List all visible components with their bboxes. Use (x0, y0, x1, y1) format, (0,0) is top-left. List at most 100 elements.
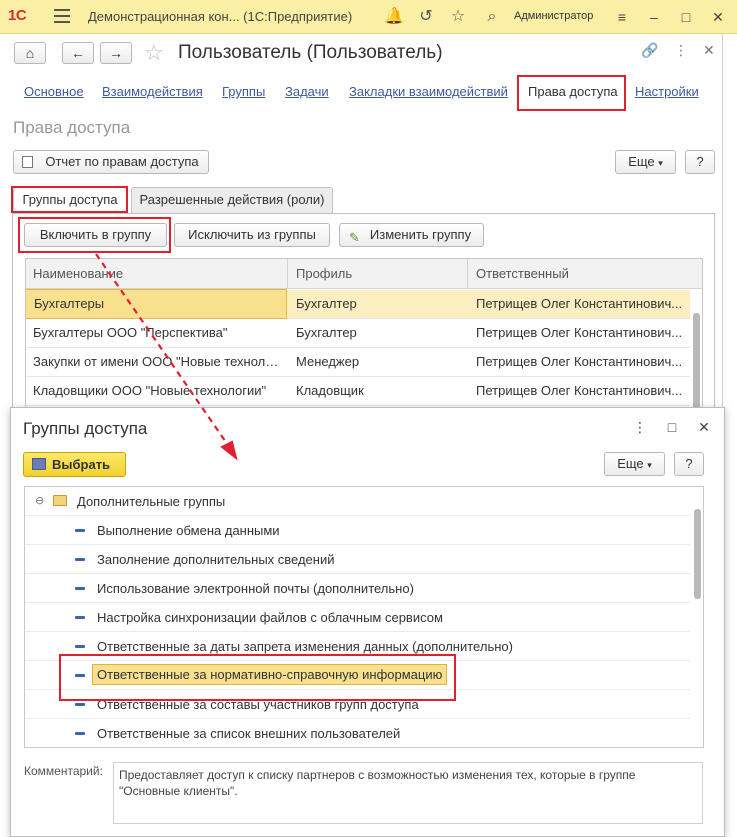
item-icon (75, 645, 85, 648)
change-group-button[interactable]: ✎ Изменить группу (339, 223, 484, 247)
cell-name: Бухгалтеры ООО "Перспектива" (33, 325, 228, 340)
table-scrollbar[interactable] (693, 313, 700, 413)
dialog-title: Группы доступа (23, 419, 148, 438)
link-main[interactable]: Основное (24, 84, 84, 99)
form-close-icon[interactable]: ✕ (703, 42, 715, 59)
tree-item-label: Выполнение обмена данными (97, 523, 280, 538)
tree-item-label: Заполнение дополнительных сведений (97, 552, 335, 567)
tree-item[interactable]: Настройка синхронизации файлов с облачны… (25, 603, 691, 632)
cell-responsible: Петрищев Олег Константинович... (476, 296, 683, 311)
tree-group-label: Дополнительные группы (77, 494, 226, 509)
table-header: Наименование Профиль Ответственный (26, 259, 702, 289)
cell-responsible: Петрищев Олег Константинович... (476, 325, 683, 340)
select-button[interactable]: Выбрать (23, 452, 126, 477)
cell-responsible: Петрищев Олег Константинович... (476, 354, 683, 369)
link-interaction-bookmarks[interactable]: Закладки взаимодействий (349, 84, 508, 99)
help-button[interactable]: ? (685, 150, 715, 174)
forward-button[interactable]: → (100, 42, 132, 64)
dialog-help-button[interactable]: ? (674, 452, 704, 476)
more-button[interactable]: Еще ▾ (615, 150, 676, 174)
report-icon (22, 156, 33, 168)
dialog-more-icon[interactable]: ⋮ (631, 419, 649, 436)
tree-scrollbar[interactable] (694, 509, 701, 599)
table-row[interactable]: Бухгалтеры ООО "Перспектива" Бухгалтер П… (26, 319, 690, 348)
report-button-label: Отчет по правам доступа (45, 154, 199, 169)
comment-field[interactable]: Предоставляет доступ к списку партнеров … (113, 762, 703, 824)
cell-profile: Бухгалтер (296, 296, 357, 311)
cell-name: Закупки от имени ООО "Новые техноло... (33, 354, 283, 369)
tree-item-label: Использование электронной почты (дополни… (97, 581, 414, 596)
exclude-from-group-button[interactable]: Исключить из группы (174, 223, 330, 247)
tree-item-label: Ответственные за даты запрета изменения … (97, 639, 513, 654)
cell-profile: Менеджер (296, 354, 360, 369)
tree-item[interactable]: Выполнение обмена данными (25, 516, 691, 545)
tree-group-row[interactable]: ⊖ Дополнительные группы (25, 487, 691, 516)
arrow-left-icon: ← (71, 45, 85, 61)
column-responsible[interactable]: Ответственный (476, 266, 569, 281)
link-settings[interactable]: Настройки (635, 84, 699, 99)
tree-item-label: Ответственные за список внешних пользова… (97, 726, 401, 741)
app-title: Демонстрационная кон... (1С:Предприятие) (88, 9, 353, 24)
select-icon (32, 458, 46, 470)
cell-name: Бухгалтеры (26, 289, 287, 319)
table-row[interactable]: Кладовщики ООО "Новые технологии" Кладов… (26, 377, 690, 406)
column-name[interactable]: Наименование (33, 266, 123, 281)
highlight-include-button (18, 217, 171, 253)
select-button-label: Выбрать (52, 457, 111, 472)
back-button[interactable]: ← (62, 42, 94, 64)
item-icon (75, 587, 85, 590)
cell-name: Кладовщики ООО "Новые технологии" (33, 383, 267, 398)
tree-item[interactable]: Использование электронной почты (дополни… (25, 574, 691, 603)
search-icon[interactable]: ⌕ (482, 7, 502, 27)
tree-item[interactable]: Заполнение дополнительных сведений (25, 545, 691, 574)
bell-icon[interactable]: 🔔 (384, 7, 404, 27)
app-logo: 1С (8, 7, 27, 24)
comment-label: Комментарий: (24, 764, 103, 778)
tree-item-label: Настройка синхронизации файлов с облачны… (97, 610, 443, 625)
history-icon[interactable]: ↺ (416, 7, 436, 27)
highlight-selected-group (59, 654, 456, 701)
link-interactions[interactable]: Взаимодействия (102, 84, 203, 99)
table-row[interactable]: Бухгалтеры Бухгалтер Петрищев Олег Конст… (26, 289, 690, 319)
home-icon: ⌂ (25, 45, 35, 61)
tree-item[interactable]: Ответственные за список внешних пользова… (25, 719, 691, 747)
access-groups-table: Наименование Профиль Ответственный Бухга… (25, 258, 703, 418)
form-more-icon[interactable]: ⋮ (674, 42, 688, 59)
section-title: Права доступа (13, 118, 131, 137)
dialog-maximize-icon[interactable]: □ (663, 419, 681, 435)
link-icon[interactable]: 🔗 (641, 42, 658, 59)
column-profile[interactable]: Профиль (296, 266, 352, 281)
cell-responsible: Петрищев Олег Константинович... (476, 383, 683, 398)
highlight-access-rights (517, 75, 626, 111)
current-user[interactable]: Администратор (514, 10, 593, 22)
table-row[interactable]: Закупки от имени ООО "Новые техноло... М… (26, 348, 690, 377)
access-groups-dialog: Группы доступа ⋮ □ ✕ Выбрать Еще ▾ ? ⊖ Д… (10, 407, 725, 837)
maximize-icon[interactable]: □ (676, 7, 696, 27)
minimize-icon[interactable]: – (644, 7, 664, 27)
report-button[interactable]: Отчет по правам доступа (13, 150, 209, 174)
dialog-close-icon[interactable]: ✕ (695, 419, 713, 436)
link-groups[interactable]: Группы (222, 84, 265, 99)
close-icon[interactable]: ✕ (708, 7, 728, 27)
more-button-label: Еще (628, 154, 655, 169)
menu-more-icon[interactable]: ≡ (612, 7, 632, 27)
chevron-down-icon: ▾ (658, 158, 663, 168)
favorites-icon[interactable]: ☆ (448, 7, 468, 27)
dialog-more-button[interactable]: Еще ▾ (604, 452, 665, 476)
chevron-down-icon: ▾ (647, 460, 652, 470)
dialog-more-label: Еще (617, 456, 644, 471)
pencil-icon: ✎ (349, 230, 360, 245)
favorite-star-icon[interactable]: ☆ (144, 40, 164, 66)
link-tasks[interactable]: Задачи (285, 84, 329, 99)
item-icon (75, 558, 85, 561)
menu-icon[interactable] (54, 9, 70, 23)
home-button[interactable]: ⌂ (14, 42, 46, 64)
tab-allowed-actions[interactable]: Разрешенные действия (роли) (131, 187, 333, 213)
item-icon (75, 732, 85, 735)
cell-profile: Кладовщик (296, 383, 364, 398)
highlight-access-groups-tab (11, 186, 128, 213)
change-group-label: Изменить группу (369, 227, 472, 242)
form-title: Пользователь (Пользователь) (178, 42, 443, 63)
collapse-icon[interactable]: ⊖ (35, 494, 44, 507)
arrow-right-icon: → (109, 45, 123, 61)
